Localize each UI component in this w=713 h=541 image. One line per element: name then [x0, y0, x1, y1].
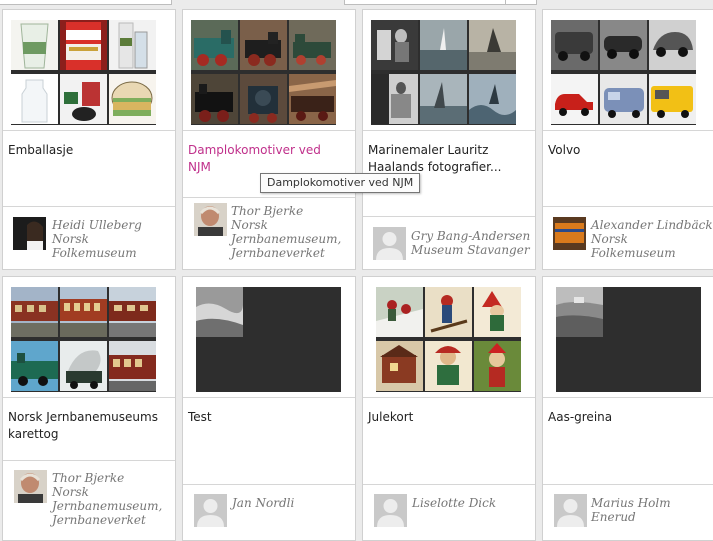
- collection-card[interactable]: Marinemaler Lauritz Haalands fotografier…: [362, 9, 536, 270]
- thumbnail-image: [551, 20, 598, 70]
- collection-title[interactable]: Aas-greina: [548, 409, 698, 426]
- collection-title[interactable]: Emballasje: [8, 142, 158, 159]
- thumbnail-grid[interactable]: [191, 20, 336, 125]
- default-user-avatar[interactable]: [194, 494, 227, 527]
- thumbnail-image: [289, 20, 336, 70]
- author-name[interactable]: Thor Bjerke Norsk Jernbanemuseum, Jernbanev…: [52, 471, 175, 527]
- collection-title[interactable]: Test: [188, 409, 338, 426]
- collection-card[interactable]: Emballasje Heidi Ulleberg Norsk Folkemuseu…: [2, 9, 176, 270]
- thumbnail-image: [420, 74, 467, 124]
- collection-card[interactable]: Test Jan Nordli: [182, 276, 356, 541]
- collection-title[interactable]: Volvo: [548, 142, 698, 159]
- thumbnail-image: [240, 74, 287, 124]
- person-portrait-avatar[interactable]: [14, 470, 47, 503]
- thumbnail-grid[interactable]: [556, 287, 701, 392]
- thumbnail-image: [60, 74, 107, 124]
- thumbnail-image: [474, 341, 521, 391]
- thumbnail-image: [425, 341, 472, 391]
- thumbnail-image: [289, 74, 336, 124]
- collection-card[interactable]: Aas-greina Marius Holm Enerud: [542, 276, 713, 541]
- thumbnail-image: [469, 20, 516, 70]
- collection-card[interactable]: Damplokomotiver ved NJM Thor Bjerke Norsk…: [182, 9, 356, 270]
- thumbnail-image: [371, 20, 418, 70]
- author-name[interactable]: Thor Bjerke Norsk Jernbanemuseum, Jernbanev…: [231, 204, 355, 260]
- top-tab-strip: [0, 0, 713, 5]
- thumbnail-grid[interactable]: [196, 287, 341, 392]
- author-name[interactable]: Liselotte Dick: [412, 496, 535, 510]
- person-dark-avatar[interactable]: [13, 217, 46, 250]
- thumbnail-image: [376, 287, 423, 337]
- default-user-avatar[interactable]: [554, 494, 587, 527]
- tab-edge[interactable]: [0, 0, 172, 5]
- thumbnail-image: [60, 20, 107, 70]
- default-user-avatar[interactable]: [374, 494, 407, 527]
- thumbnail-image: [196, 287, 243, 337]
- thumbnail-image: [109, 341, 156, 391]
- person-portrait-avatar[interactable]: [194, 203, 227, 236]
- thumbnail-image: [191, 74, 238, 124]
- thumbnail-image: [240, 20, 287, 70]
- thumbnail-image: [11, 341, 58, 391]
- thumbnail-image: [469, 74, 516, 124]
- thumbnail-image: [649, 74, 696, 124]
- thumbnail-image: [420, 20, 467, 70]
- thumbnail-image: [551, 74, 598, 124]
- tooltip: Damplokomotiver ved NJM: [260, 173, 421, 193]
- thumbnail-image: [600, 20, 647, 70]
- thumbnail-image: [600, 74, 647, 124]
- thumbnail-image: [376, 341, 423, 391]
- thumbnail-grid[interactable]: [11, 287, 156, 392]
- collection-title[interactable]: Julekort: [368, 409, 518, 426]
- thumbnail-image: [556, 287, 603, 337]
- thumbnail-grid[interactable]: [376, 287, 521, 392]
- thumbnail-image: [191, 20, 238, 70]
- thumbnail-image: [60, 341, 107, 391]
- tab-edge[interactable]: [344, 0, 506, 5]
- author-name[interactable]: Gry Bang-Andersen Museum Stavanger: [411, 229, 535, 257]
- thumbnail-image: [649, 20, 696, 70]
- thumbnail-image: [11, 20, 58, 70]
- collection-title[interactable]: Norsk Jernbanemuseums karettog: [8, 409, 168, 443]
- author-name[interactable]: Jan Nordli: [232, 496, 355, 510]
- thumbnail-grid[interactable]: [371, 20, 516, 125]
- author-name[interactable]: Alexander Lindbäck Norsk Folkemuseum: [591, 218, 713, 260]
- collection-card[interactable]: Volvo Alexander Lindbäck Norsk Folkemuseum: [542, 9, 713, 270]
- thumbnail-image: [109, 20, 156, 70]
- thumbnail-grid[interactable]: [11, 20, 156, 125]
- thumbnail-image: [60, 287, 107, 337]
- thumbnail-image: [371, 74, 418, 124]
- thumbnail-image: [109, 287, 156, 337]
- collection-title-link[interactable]: Damplokomotiver ved NJM: [188, 142, 338, 176]
- author-name[interactable]: Heidi Ulleberg Norsk Folkemuseum: [52, 218, 175, 260]
- default-user-avatar[interactable]: [373, 227, 406, 260]
- collection-title[interactable]: Marinemaler Lauritz Haalands fotografier…: [368, 142, 528, 176]
- collection-card[interactable]: Norsk Jernbanemuseums karettog Thor Bjer…: [2, 276, 176, 541]
- orange-object-avatar[interactable]: [553, 217, 586, 250]
- thumbnail-image: [425, 287, 472, 337]
- thumbnail-image: [11, 287, 58, 337]
- collection-card[interactable]: Julekort Liselotte Dick: [362, 276, 536, 541]
- author-name[interactable]: Marius Holm Enerud: [591, 496, 713, 524]
- thumbnail-grid[interactable]: [551, 20, 696, 125]
- thumbnail-image: [11, 74, 58, 124]
- thumbnail-image: [109, 74, 156, 124]
- tab-edge[interactable]: [505, 0, 537, 5]
- thumbnail-image: [474, 287, 521, 337]
